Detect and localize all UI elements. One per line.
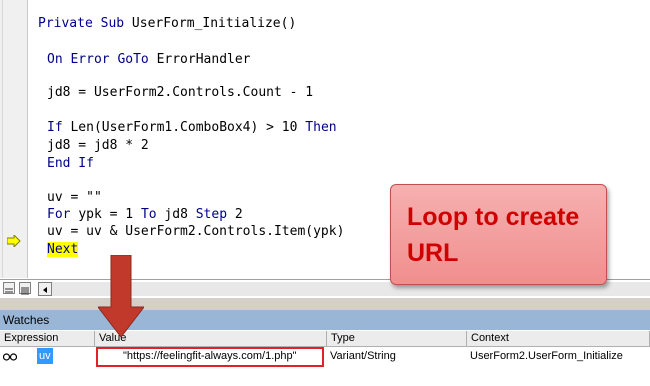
code-line[interactable]: On Error GoTo ErrorHandler (47, 52, 251, 67)
code-token: To (140, 207, 165, 222)
callout-line-1: Loop to create (407, 203, 580, 231)
procedure-view-icon[interactable] (3, 282, 15, 294)
code-token: End If (47, 156, 94, 171)
code-token: ypk = 1 (78, 207, 141, 222)
callout-text: Loop to create URL (407, 199, 579, 271)
code-line[interactable]: End If (47, 156, 94, 171)
code-token: Then (305, 120, 337, 135)
header-type[interactable]: Type (327, 331, 467, 347)
annotation-callout: Loop to create URL (390, 184, 607, 285)
header-expression[interactable]: Expression (0, 331, 95, 347)
code-line[interactable]: uv = "" (47, 190, 102, 205)
code-line[interactable]: Next (47, 242, 79, 257)
code-token: uv = uv & UserForm2.Controls.Item(ypk) (47, 224, 345, 239)
watch-type: Variant/String (330, 350, 396, 362)
down-arrow-icon (98, 255, 144, 337)
code-token: jd8 (164, 207, 196, 222)
code-token: jd8 = UserForm2.Controls.Count - 1 (47, 85, 314, 100)
scroll-left-button[interactable] (38, 282, 52, 296)
code-token: On Error GoTo (47, 52, 157, 67)
exec-arrow-icon (7, 235, 21, 247)
value-highlight-box (96, 347, 324, 367)
full-module-view-icon[interactable] (19, 282, 31, 295)
watch-context: UserForm2.UserForm_Initialize (470, 350, 623, 362)
code-line[interactable]: For ypk = 1 To jd8 Step 2 (47, 207, 243, 222)
code-token: 2 (234, 207, 243, 222)
code-token: jd8 = jd8 * 2 (47, 138, 149, 153)
code-token: uv = "" (47, 190, 102, 205)
code-token: Private Sub (38, 16, 132, 31)
code-token: If (47, 120, 71, 135)
watch-expression[interactable]: uv (37, 348, 53, 364)
header-context[interactable]: Context (467, 331, 650, 347)
glasses-icon (3, 353, 17, 361)
code-token: Step (195, 207, 235, 222)
code-token: UserForm_Initialize() (131, 16, 297, 31)
code-token: ErrorHandler (156, 52, 251, 67)
code-line[interactable]: Private Sub UserForm_Initialize() (38, 16, 296, 31)
code-line[interactable]: jd8 = UserForm2.Controls.Count - 1 (47, 85, 313, 100)
code-token: Next (47, 242, 79, 257)
code-line[interactable]: uv = uv & UserForm2.Controls.Item(ypk) (47, 224, 344, 239)
code-line[interactable]: If Len(UserForm1.ComboBox4) > 10 Then (47, 120, 337, 135)
callout-line-2: URL (407, 239, 459, 267)
code-token: Len(UserForm1.ComboBox4) > 10 (70, 120, 306, 135)
code-line[interactable]: jd8 = jd8 * 2 (47, 138, 149, 153)
code-token: For (47, 207, 79, 222)
